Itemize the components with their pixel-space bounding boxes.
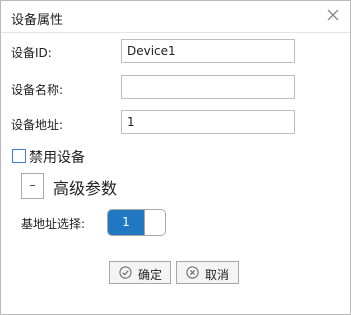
device-name-input[interactable] [121,75,295,99]
base-address-toggle[interactable]: 1 [107,209,166,236]
base-address-label: 基地址选择: [21,217,86,231]
collapse-icon [30,185,35,186]
advanced-params-label: 高级参数 [53,179,118,198]
ok-button-label: 确定 [138,268,163,282]
ok-button[interactable]: 确定 [109,261,171,284]
device-address-input[interactable] [121,110,295,134]
toggle-knob[interactable] [144,210,165,235]
cancel-button-label: 取消 [205,268,230,282]
device-id-label: 设备ID: [11,46,52,60]
disable-device-label[interactable]: 禁用设备 [29,147,85,167]
dialog-title: 设备属性 [11,13,64,28]
disable-device-checkbox[interactable] [12,149,26,163]
device-name-label: 设备名称: [11,83,64,97]
device-id-input[interactable] [121,39,295,63]
advanced-params-toggle-button[interactable] [21,173,44,199]
close-icon[interactable] [326,8,340,22]
device-properties-dialog: 设备属性 设备ID: 设备名称: 设备地址: 禁用设备 高级参数 基地址选择: … [0,0,351,315]
x-circle-icon [186,266,199,279]
check-circle-icon [119,266,132,279]
base-address-value: 1 [108,210,144,235]
cancel-button[interactable]: 取消 [176,261,239,284]
device-address-label: 设备地址: [11,118,64,132]
dialog-titlebar: 设备属性 [1,1,350,33]
